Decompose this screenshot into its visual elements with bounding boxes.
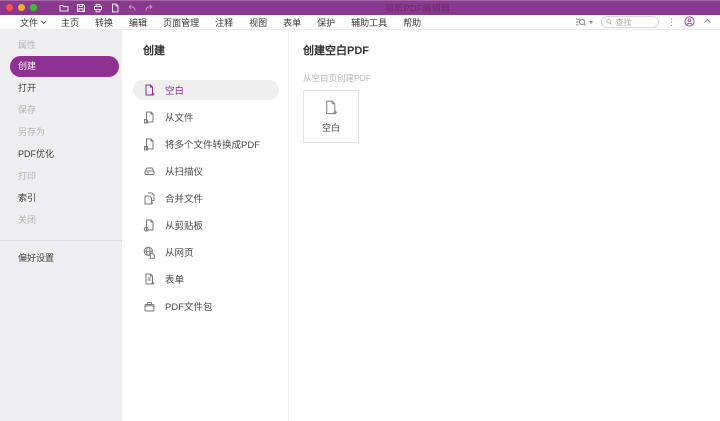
create-option-combine-files[interactable]: 合并文件 [133,185,279,212]
content-subtitle: 从空白页创建PDF [303,73,372,83]
undo-icon[interactable] [127,3,137,13]
traffic-lights [6,4,37,11]
redo-icon[interactable] [144,3,154,13]
close-window-button[interactable] [6,4,13,11]
menu-bar: 文件 主页 转换 编辑 页面管理 注释 视图 表单 保护 辅助工具 帮助 ⋮ [0,15,720,30]
create-panel-title: 创建 [143,45,165,57]
search-input[interactable] [615,17,654,27]
sidebar-item-print[interactable]: 打印 [0,165,122,187]
new-document-icon[interactable] [110,3,120,13]
menu-accessibility[interactable]: 辅助工具 [351,16,387,29]
account-avatar-icon[interactable] [684,15,695,29]
pdf-portfolio-icon [144,301,155,311]
menu-comment[interactable]: 注释 [215,16,233,29]
create-option-pdf-portfolio[interactable]: PDF文件包 [133,293,279,320]
collapse-toolbar-icon[interactable] [703,17,712,27]
create-panel: 创建 空白 从文件 将多个文件转换成PDF 从扫描仪 合并文件 从剪贴板 从网页… [122,30,289,421]
menu-page-management[interactable]: 页面管理 [163,16,199,29]
create-option-multiple-files[interactable]: 将多个文件转换成PDF [133,131,279,158]
window-titlebar: 福昕PDF编辑器 [0,0,720,15]
menu-help[interactable]: 帮助 [403,16,421,29]
combine-files-icon [144,192,155,204]
sidebar-item-properties[interactable]: 属性 [0,34,122,56]
sidebar-divider [0,240,122,241]
file-backstage: 属性 创建 打开 保存 另存为 PDF优化 打印 索引 关闭 偏好设置 创建 空… [0,30,720,421]
minimize-window-button[interactable] [18,4,25,11]
sidebar-item-save[interactable]: 保存 [0,99,122,121]
backstage-sidebar: 属性 创建 打开 保存 另存为 PDF优化 打印 索引 关闭 偏好设置 [0,30,122,421]
blank-page-icon [326,100,338,114]
menu-form[interactable]: 表单 [283,16,301,29]
create-option-from-file[interactable]: 从文件 [133,104,279,131]
sidebar-item-pdf-optimize[interactable]: PDF优化 [0,143,122,165]
create-option-form[interactable]: 表单 [133,266,279,293]
create-options-list: 空白 从文件 将多个文件转换成PDF 从扫描仪 合并文件 从剪贴板 从网页 表单… [133,80,288,320]
multiple-files-icon [144,138,154,150]
blank-page-icon [145,84,155,95]
zoom-window-button[interactable] [30,4,37,11]
content-title: 创建空白PDF [303,45,369,57]
menu-edit[interactable]: 编辑 [129,16,147,29]
find-replace-button[interactable] [575,17,593,28]
save-icon[interactable] [76,3,86,13]
from-file-icon [144,111,154,123]
menu-view[interactable]: 视图 [249,16,267,29]
sidebar-item-open[interactable]: 打开 [0,77,122,99]
sidebar-item-close[interactable]: 关闭 [0,209,122,231]
create-option-from-scanner[interactable]: 从扫描仪 [133,158,279,185]
blank-card-label: 空白 [321,122,340,133]
scanner-icon [144,167,155,175]
menu-file[interactable]: 文件 [20,16,47,29]
sidebar-item-preferences[interactable]: 偏好设置 [0,247,122,269]
clipboard-icon [143,219,154,232]
search-field[interactable] [601,16,659,28]
create-option-from-clipboard[interactable]: 从剪贴板 [133,212,279,239]
search-icon [606,19,612,25]
open-folder-icon[interactable] [59,3,69,13]
menu-convert[interactable]: 转换 [95,16,113,29]
create-option-from-webpage[interactable]: 从网页 [133,239,279,266]
sidebar-item-create[interactable]: 创建 [10,56,119,77]
sidebar-item-index[interactable]: 索引 [0,187,122,209]
create-option-blank[interactable]: 空白 [133,80,279,100]
chevron-down-icon [40,18,47,25]
sidebar-item-save-as[interactable]: 另存为 [0,121,122,143]
window-title: 福昕PDF编辑器 [385,3,451,13]
menu-home[interactable]: 主页 [61,16,79,29]
more-options-icon[interactable]: ⋮ [667,17,676,27]
form-icon [145,273,155,284]
print-icon[interactable] [93,3,103,13]
create-content-panel: 创建空白PDF 从空白页创建PDF 空白 [289,30,720,421]
webpage-icon [143,246,155,259]
chevron-down-icon [589,20,593,24]
blank-pdf-card[interactable]: 空白 [303,90,359,143]
menu-protect[interactable]: 保护 [317,16,335,29]
